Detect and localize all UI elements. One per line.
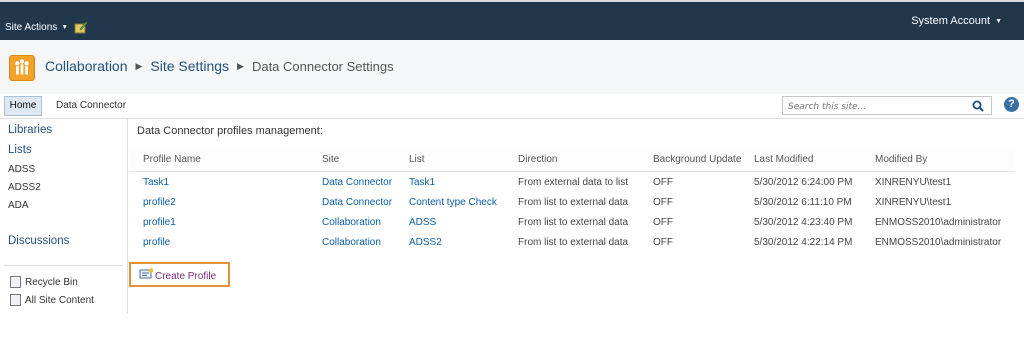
search-input[interactable] bbox=[786, 98, 970, 115]
nav-list-adss[interactable]: ADSS bbox=[8, 164, 35, 175]
background-update-cell: OFF bbox=[653, 176, 673, 188]
column-header[interactable]: Background Update bbox=[653, 148, 754, 172]
column-header[interactable]: Last Modified bbox=[754, 148, 875, 172]
profile-name-link[interactable]: profile1 bbox=[143, 212, 322, 232]
nav-list-adss2[interactable]: ADSS2 bbox=[8, 182, 41, 193]
site-logo-icon[interactable] bbox=[9, 55, 35, 81]
last-modified-cell: 5/30/2012 4:22:14 PM bbox=[754, 236, 853, 248]
direction-cell: From external data to list bbox=[518, 176, 629, 188]
profiles-table: Profile Name Site List Direction Backgro… bbox=[129, 148, 1015, 252]
nav-lists[interactable]: Lists bbox=[8, 144, 32, 156]
column-header[interactable]: Site bbox=[322, 148, 409, 172]
user-menu[interactable]: System Account ▼ bbox=[911, 15, 1002, 27]
direction-cell: From list to external data bbox=[518, 216, 629, 228]
site-actions-menu[interactable]: Site Actions ▼ bbox=[5, 22, 68, 33]
breadcrumb-separator-icon: ▶ bbox=[135, 60, 143, 71]
modified-by-cell: XINRENYU\test1 bbox=[875, 196, 952, 208]
user-name: System Account bbox=[911, 15, 991, 27]
list-link[interactable]: Content type Check bbox=[409, 192, 518, 212]
section-heading: Data Connector profiles management: bbox=[137, 125, 323, 137]
nav-all-site-content[interactable]: All Site Content bbox=[10, 294, 94, 306]
nav-libraries[interactable]: Libraries bbox=[8, 124, 52, 136]
breadcrumb: Collaboration ▶ Site Settings ▶ Data Con… bbox=[45, 58, 394, 74]
table-row: profile1 Collaboration ADSS From list to… bbox=[129, 212, 1015, 232]
breadcrumb-site-settings[interactable]: Site Settings bbox=[150, 58, 229, 74]
last-modified-cell: 5/30/2012 6:24:00 PM bbox=[754, 176, 853, 188]
list-link[interactable]: Task1 bbox=[409, 172, 518, 193]
help-icon[interactable]: ? bbox=[1004, 97, 1019, 112]
site-link[interactable]: Collaboration bbox=[322, 232, 409, 252]
table-row: Task1 Data Connector Task1 From external… bbox=[129, 172, 1015, 193]
column-header[interactable]: List bbox=[409, 148, 518, 172]
site-link[interactable]: Collaboration bbox=[322, 212, 409, 232]
site-content-icon bbox=[10, 294, 21, 306]
breadcrumb-separator-icon: ▶ bbox=[237, 60, 244, 71]
tab-data-connector[interactable]: Data Connector bbox=[56, 100, 126, 111]
recycle-bin-icon bbox=[10, 276, 21, 288]
quick-launch: Libraries Lists ADSS ADSS2 ADA Discussio… bbox=[0, 118, 128, 314]
nav-discussions[interactable]: Discussions bbox=[8, 235, 69, 247]
profile-name-link[interactable]: profile bbox=[143, 232, 322, 252]
table-row: profile Collaboration ADSS2 From list to… bbox=[129, 232, 1015, 252]
chevron-down-icon: ▼ bbox=[61, 24, 69, 31]
table-header-row: Profile Name Site List Direction Backgro… bbox=[129, 148, 1015, 172]
nav-divider bbox=[4, 265, 122, 266]
last-modified-cell: 5/30/2012 4:23:40 PM bbox=[754, 216, 853, 228]
page-title: Data Connector Settings bbox=[251, 58, 394, 74]
list-link[interactable]: ADSS bbox=[409, 212, 518, 232]
modified-by-cell: XINRENYU\test1 bbox=[875, 176, 952, 188]
new-profile-icon bbox=[139, 268, 153, 279]
ribbon-top-bar bbox=[0, 0, 1024, 40]
profile-name-link[interactable]: Task1 bbox=[143, 172, 322, 193]
site-link[interactable]: Data Connector bbox=[322, 172, 409, 193]
create-profile-button[interactable]: Create Profile bbox=[129, 262, 230, 287]
list-link[interactable]: ADSS2 bbox=[409, 232, 518, 252]
background-update-cell: OFF bbox=[653, 196, 673, 208]
search-box bbox=[782, 96, 992, 115]
direction-cell: From list to external data bbox=[518, 196, 629, 208]
table-row: profile2 Data Connector Content type Che… bbox=[129, 192, 1015, 212]
modified-by-cell: ENMOSS2010\administrator bbox=[875, 216, 1002, 228]
tab-home[interactable]: Home bbox=[4, 96, 42, 116]
breadcrumb-collaboration[interactable]: Collaboration bbox=[45, 58, 128, 74]
modified-by-cell: ENMOSS2010\administrator bbox=[875, 236, 1002, 248]
column-header[interactable]: Modified By bbox=[875, 148, 1015, 172]
column-header[interactable]: Profile Name bbox=[143, 148, 322, 172]
column-header[interactable]: Direction bbox=[518, 148, 653, 172]
search-icon[interactable] bbox=[971, 99, 985, 113]
chevron-down-icon: ▼ bbox=[995, 17, 1002, 25]
background-update-cell: OFF bbox=[653, 236, 673, 248]
site-actions-label: Site Actions bbox=[5, 22, 58, 33]
profile-name-link[interactable]: profile2 bbox=[143, 192, 322, 212]
nav-list-ada[interactable]: ADA bbox=[8, 200, 29, 211]
site-link[interactable]: Data Connector bbox=[322, 192, 409, 212]
last-modified-cell: 5/30/2012 6:11:10 PM bbox=[754, 196, 852, 208]
all-site-content-label: All Site Content bbox=[25, 294, 94, 306]
direction-cell: From list to external data bbox=[518, 236, 629, 248]
nav-recycle-bin[interactable]: Recycle Bin bbox=[10, 276, 78, 288]
background-update-cell: OFF bbox=[653, 216, 673, 228]
recycle-bin-label: Recycle Bin bbox=[25, 276, 78, 288]
edit-page-icon[interactable] bbox=[74, 21, 88, 34]
create-profile-label: Create Profile bbox=[155, 271, 217, 282]
